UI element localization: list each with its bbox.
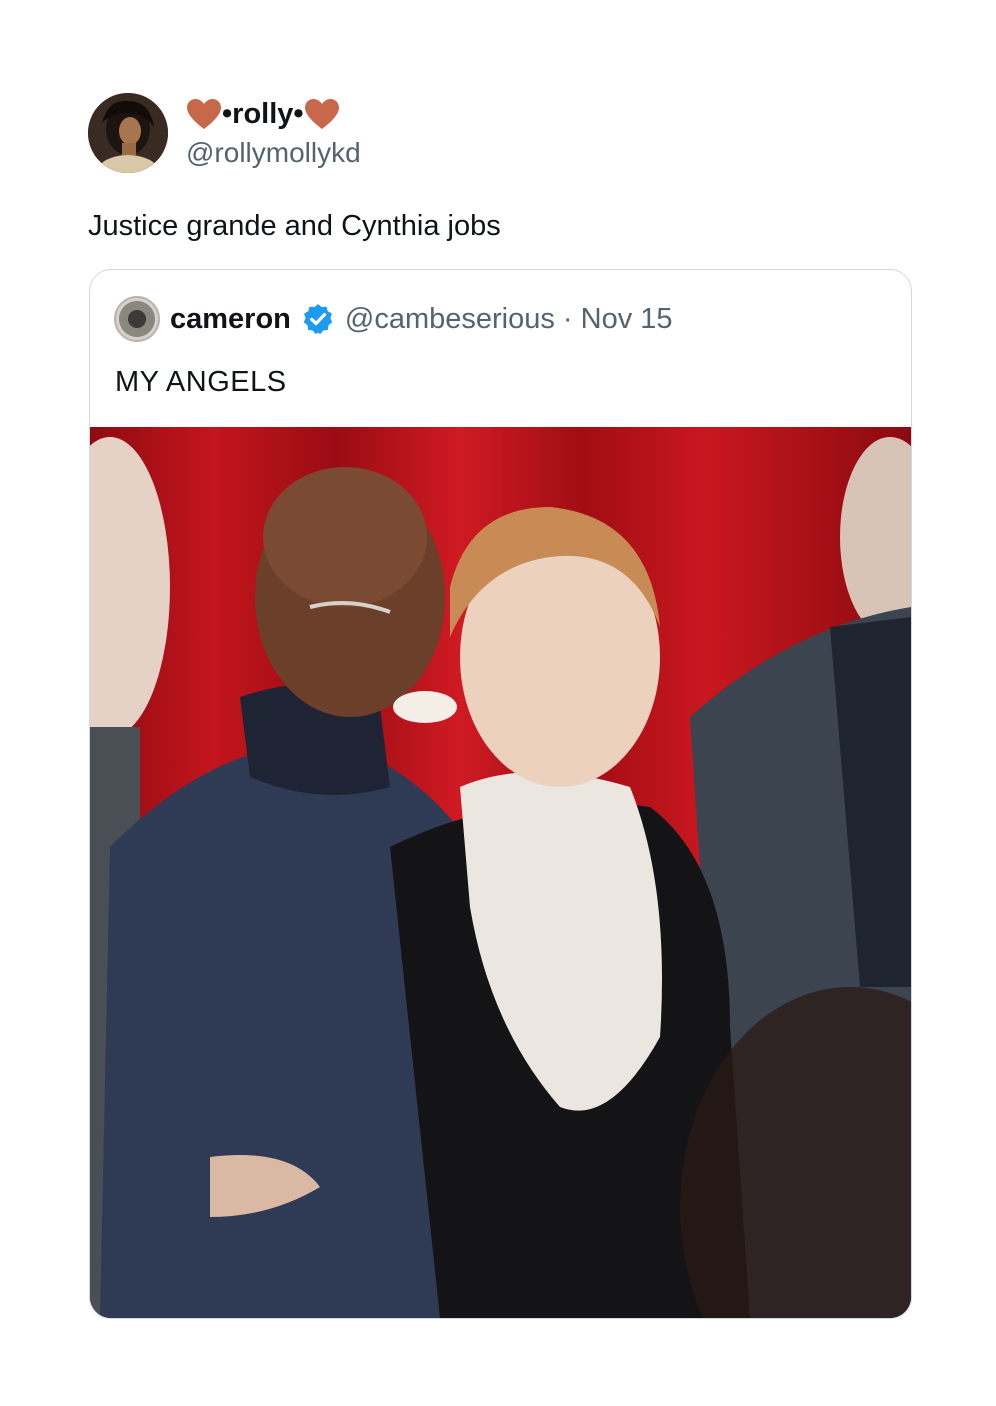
tweet: •rolly• @rollymollykd Justice grande and… xyxy=(88,92,912,244)
quoted-tweet-text: MY ANGELS xyxy=(115,366,287,398)
heart-icon xyxy=(304,99,339,129)
tweet-author: •rolly• @rollymollykd xyxy=(88,92,912,174)
avatar-image xyxy=(88,93,168,173)
author-avatar[interactable] xyxy=(88,93,168,173)
tweet-text: Justice grande and Cynthia jobs xyxy=(88,210,501,242)
heart-icon xyxy=(187,99,221,129)
quoted-tweet[interactable]: cameron @cambeserious · Nov 15 MY ANGELS xyxy=(89,269,912,1319)
quoted-tweet-header: cameron @cambeserious · Nov 15 xyxy=(114,296,673,342)
quoted-author-name[interactable]: cameron xyxy=(170,303,291,336)
quoted-author-avatar[interactable] xyxy=(114,296,160,342)
photo-image xyxy=(90,427,911,1318)
quoted-tweet-photo[interactable] xyxy=(90,427,911,1318)
verified-badge-icon xyxy=(303,304,333,335)
quoted-tweet-meta[interactable]: @cambeserious · Nov 15 xyxy=(345,303,673,336)
author-handle[interactable]: @rollymollykd xyxy=(186,135,361,171)
author-display-name[interactable]: •rolly• xyxy=(186,95,361,133)
author-name-text: •rolly• xyxy=(222,98,304,130)
author-names: •rolly• @rollymollykd xyxy=(186,95,361,171)
